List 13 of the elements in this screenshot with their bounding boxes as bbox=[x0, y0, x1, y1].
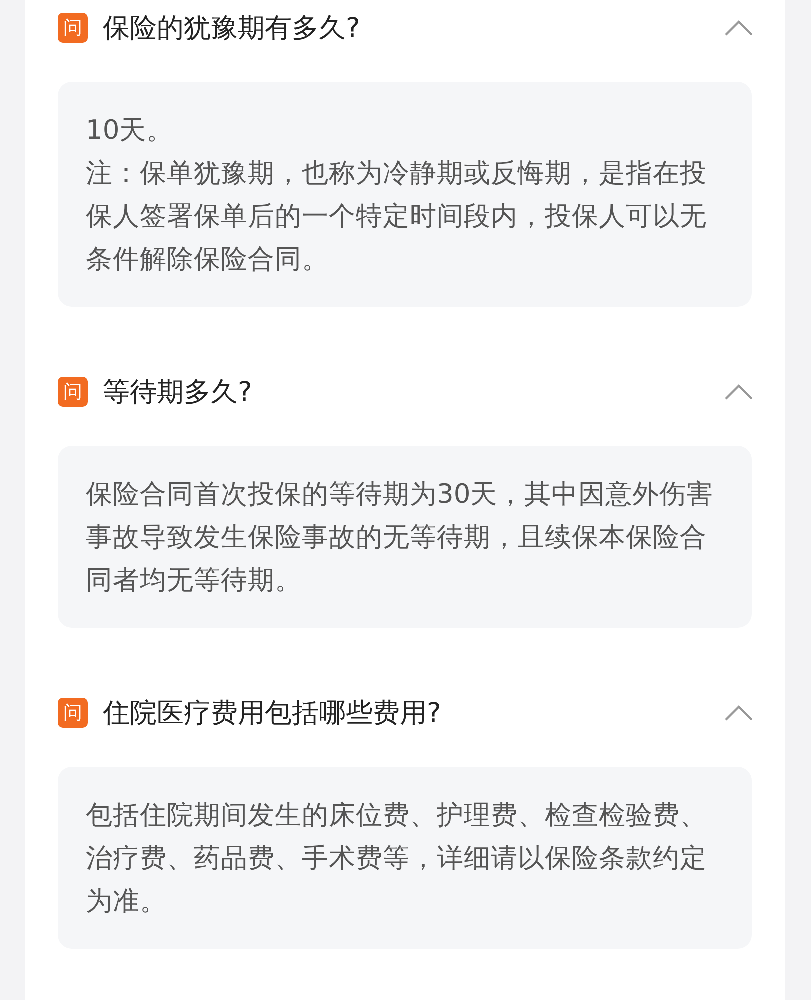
question-badge: 问 bbox=[58, 698, 88, 728]
question-title: 保险的犹豫期有多久? bbox=[103, 12, 362, 46]
question-title: 住院医疗费用包括哪些费用? bbox=[103, 697, 442, 731]
chevron-up-icon[interactable] bbox=[724, 19, 754, 37]
answer-text: 保险合同首次投保的等待期为30天，其中因意外伤害事故导致发生保险事故的无等待期，且续保本保险合同者均无等待期。 bbox=[86, 478, 715, 598]
question-title: 等待期多久? bbox=[103, 376, 254, 410]
answer-text: 10天。 bbox=[86, 114, 175, 148]
answer-text: 包括住院期间发生的床位费、护理费、检查检验费、治疗费、药品费、手术费等，详细请以保险条款约定为准。 bbox=[86, 799, 708, 919]
question-badge: 问 bbox=[58, 377, 88, 407]
answer-text: 注：保单犹豫期，也称为冷静期或反悔期，是指在投保人签署保单后的一个特定时间段内，投保人可以无条件解除保险合同。 bbox=[86, 157, 708, 277]
question-badge: 问 bbox=[58, 13, 88, 43]
chevron-up-icon[interactable] bbox=[724, 704, 754, 722]
chevron-up-icon[interactable] bbox=[724, 383, 754, 401]
